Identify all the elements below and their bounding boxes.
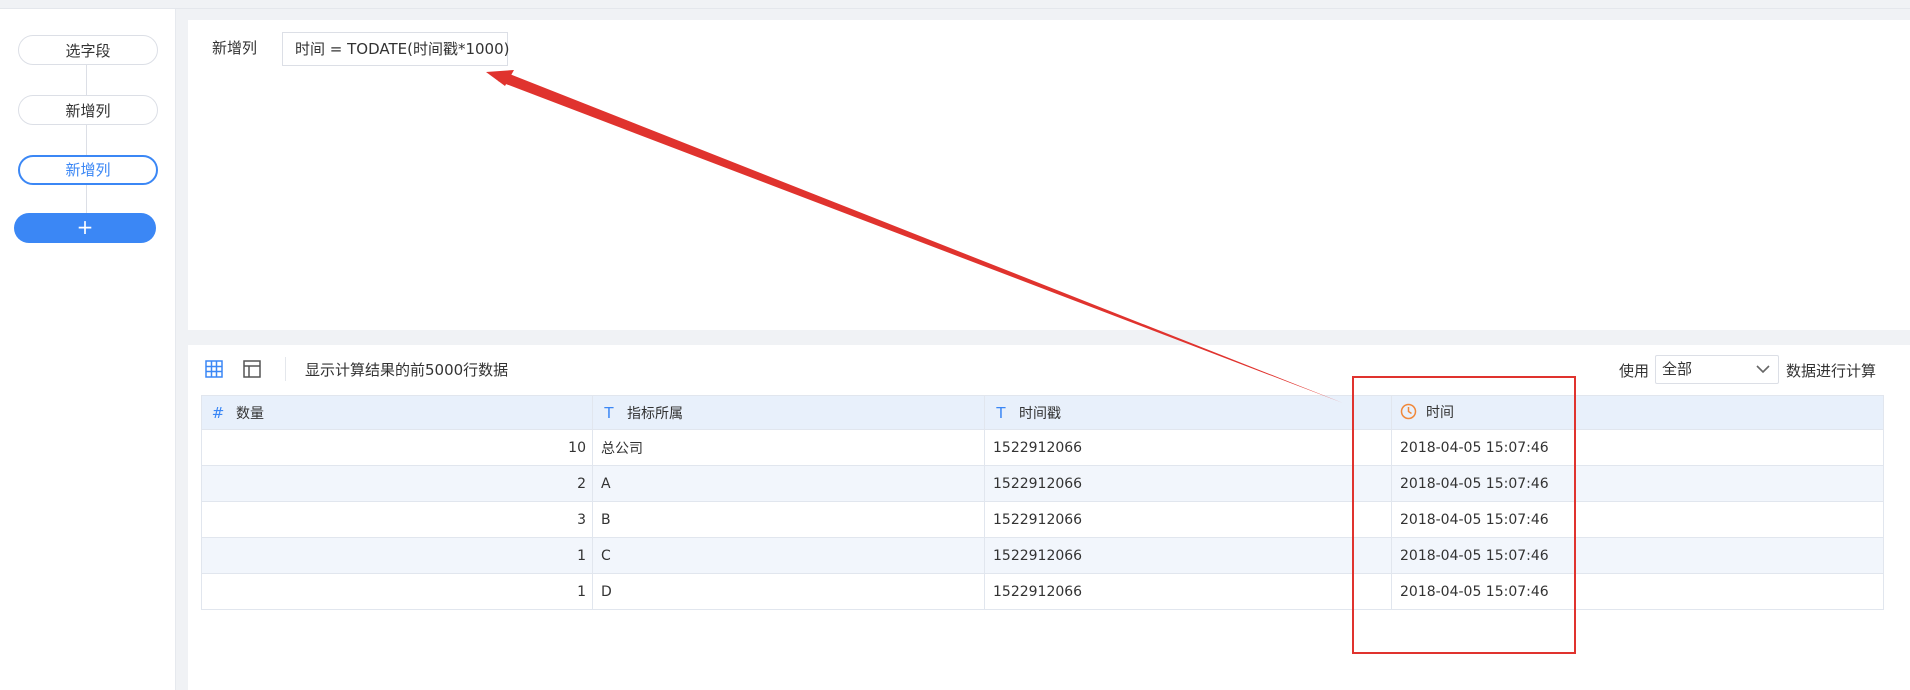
step-connector: [86, 185, 87, 215]
cell-timestamp: 1522912066: [984, 573, 1392, 610]
column-label: 数量: [236, 405, 264, 422]
data-scope-value: 全部: [1662, 360, 1693, 378]
table-header-row: # 数量 T 指标所属 T 时间戳 时间: [201, 395, 1884, 430]
cell-owner: 总公司: [592, 429, 985, 466]
data-scope-select[interactable]: 全部: [1655, 355, 1779, 384]
layout-view-icon[interactable]: [243, 360, 261, 378]
cell-owner: B: [592, 501, 985, 538]
text-type-icon: T: [604, 403, 614, 422]
grid-view-icon[interactable]: [205, 360, 223, 378]
column-header-quantity[interactable]: # 数量: [201, 395, 593, 430]
number-type-icon: #: [211, 403, 225, 422]
cell-owner: A: [592, 465, 985, 502]
step-add-column-active[interactable]: 新增列: [18, 155, 158, 185]
cell-timestamp: 1522912066: [984, 429, 1392, 466]
use-label: 使用: [1619, 362, 1650, 380]
toolbar-divider: [285, 357, 286, 381]
step-select-fields[interactable]: 选字段: [18, 35, 158, 65]
cell-timestamp: 1522912066: [984, 465, 1392, 502]
preview-row-note: 显示计算结果的前5000行数据: [305, 361, 509, 379]
table-row: 1 C 1522912066 2018-04-05 15:07:46: [201, 537, 1884, 574]
top-bar: [0, 0, 1910, 9]
table-row: 2 A 1522912066 2018-04-05 15:07:46: [201, 465, 1884, 502]
column-label: 时间戳: [1019, 405, 1061, 422]
cell-quantity: 10: [201, 429, 593, 466]
column-header-timestamp[interactable]: T 时间戳: [984, 395, 1392, 430]
calc-label: 数据进行计算: [1786, 362, 1877, 380]
table-row: 10 总公司 1522912066 2018-04-05 15:07:46: [201, 429, 1884, 466]
cell-timestamp: 1522912066: [984, 537, 1392, 574]
annotation-highlight-box: [1352, 376, 1576, 654]
cell-owner: C: [592, 537, 985, 574]
cell-quantity: 1: [201, 573, 593, 610]
cell-quantity: 2: [201, 465, 593, 502]
preview-panel: 显示计算结果的前5000行数据 使用 全部 数据进行计算 # 数量 T 指标所属 T…: [188, 345, 1910, 690]
text-type-icon: T: [996, 403, 1006, 422]
table-row: 1 D 1522912066 2018-04-05 15:07:46: [201, 573, 1884, 610]
preview-table: # 数量 T 指标所属 T 时间戳 时间 10 总公司 1522912066 2018…: [201, 395, 1884, 610]
chevron-down-icon: [1756, 365, 1770, 374]
add-step-button[interactable]: +: [14, 213, 156, 243]
step-sidebar: 选字段 新增列 新增列 +: [0, 9, 176, 690]
cell-quantity: 1: [201, 537, 593, 574]
formula-panel: 新增列 时间 = TODATE(时间戳*1000): [188, 20, 1910, 330]
table-row: 3 B 1522912066 2018-04-05 15:07:46: [201, 501, 1884, 538]
column-header-owner[interactable]: T 指标所属: [592, 395, 985, 430]
column-label: 指标所属: [627, 405, 683, 422]
cell-timestamp: 1522912066: [984, 501, 1392, 538]
cell-owner: D: [592, 573, 985, 610]
cell-quantity: 3: [201, 501, 593, 538]
step-add-column[interactable]: 新增列: [18, 95, 158, 125]
formula-label: 新增列: [212, 39, 258, 57]
formula-expression[interactable]: 时间 = TODATE(时间戳*1000): [282, 32, 509, 66]
